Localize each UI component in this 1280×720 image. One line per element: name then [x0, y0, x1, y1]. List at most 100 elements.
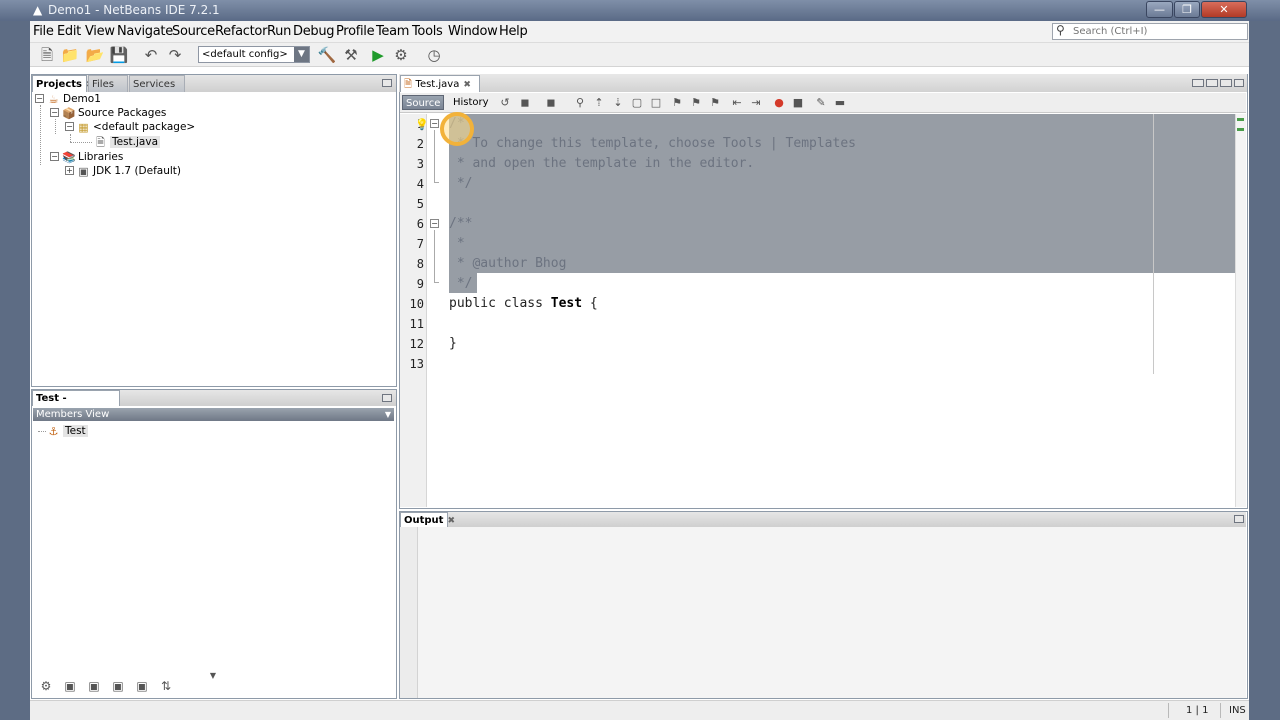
tree-item-libraries[interactable]: − 📚 Libraries: [50, 150, 123, 164]
tab-test-java[interactable]: 🗎 Test.java ✖: [400, 75, 480, 92]
tree-item-default-package[interactable]: − ▦ <default package>: [65, 120, 195, 134]
back-icon[interactable]: ◼: [517, 95, 533, 110]
error-stripe[interactable]: [1235, 114, 1246, 507]
last-edit-icon[interactable]: ↺: [497, 95, 513, 110]
menu-file[interactable]: File: [33, 24, 54, 39]
redo-icon[interactable]: ↷: [165, 45, 185, 65]
restore-window-button[interactable]: [1220, 79, 1232, 87]
menu-refactor[interactable]: Refactor: [215, 24, 267, 39]
save-all-icon[interactable]: 💾: [109, 45, 129, 65]
run-icon[interactable]: ▶: [368, 45, 388, 65]
line-number: 9: [416, 277, 424, 291]
line-number: 11: [409, 317, 424, 331]
chevron-down-icon[interactable]: ▼: [204, 668, 222, 684]
fold-collapse-icon[interactable]: −: [430, 119, 439, 128]
line-number: 12: [409, 337, 424, 351]
filter-nonpublic-icon[interactable]: ▣: [85, 678, 103, 694]
menu-navigate[interactable]: Navigate: [117, 24, 173, 39]
filter-fields-icon[interactable]: ⚙: [37, 678, 55, 694]
collapse-icon[interactable]: −: [50, 152, 59, 161]
menu-window[interactable]: Window: [448, 24, 498, 39]
quick-search-box[interactable]: ⚲: [1052, 23, 1248, 40]
tree-connector: [40, 105, 41, 165]
navigator-item-test[interactable]: ⚓ Test: [47, 424, 88, 438]
menu-edit[interactable]: Edit: [57, 24, 81, 39]
toggle-bookmark-icon[interactable]: ⚑: [707, 95, 723, 110]
filter-inner-icon[interactable]: ▣: [133, 678, 151, 694]
show-opened-documents-button[interactable]: [1206, 79, 1218, 87]
minimize-button[interactable]: —: [1146, 1, 1173, 18]
sort-icon[interactable]: ⇅: [157, 678, 175, 694]
close-icon[interactable]: ✖: [447, 516, 455, 526]
tree-item-demo1[interactable]: − ☕ Demo1: [35, 92, 101, 106]
tree-item-test-java[interactable]: 🗎 Test.java: [94, 135, 161, 149]
minimize-panel-button[interactable]: [382, 394, 392, 402]
comment-icon[interactable]: ✎: [813, 95, 829, 110]
fold-collapse-icon[interactable]: −: [430, 219, 439, 228]
forward-icon[interactable]: ◼: [543, 95, 559, 110]
clean-build-icon[interactable]: ⚒: [341, 45, 361, 65]
status-marker: [1237, 128, 1244, 131]
menu-debug[interactable]: Debug: [293, 24, 335, 39]
find-previous-icon[interactable]: ⇡: [591, 95, 607, 110]
java-file-icon: 🗎: [96, 136, 105, 149]
close-icon[interactable]: ✖: [463, 80, 471, 90]
collapse-icon[interactable]: −: [65, 122, 74, 131]
close-button[interactable]: ✕: [1201, 1, 1247, 18]
tree-item-source-packages[interactable]: − 📦 Source Packages: [50, 106, 166, 120]
filter-static-icon[interactable]: ▣: [61, 678, 79, 694]
insert-mode: INS: [1229, 705, 1246, 716]
shift-left-icon[interactable]: ⇤: [729, 95, 745, 110]
toggle-highlight-icon[interactable]: ▢: [629, 95, 645, 110]
filter-inherited-icon[interactable]: ▣: [109, 678, 127, 694]
collapse-icon[interactable]: −: [50, 108, 59, 117]
menu-view[interactable]: View: [85, 24, 115, 39]
minimize-panel-button[interactable]: [382, 79, 392, 87]
next-bookmark-icon[interactable]: ⚑: [688, 95, 704, 110]
collapse-icon[interactable]: −: [35, 94, 44, 103]
tree-item-jdk[interactable]: + ▣ JDK 1.7 (Default): [65, 164, 181, 178]
start-macro-recording-icon[interactable]: ●: [771, 95, 787, 110]
menu-source[interactable]: Source: [172, 24, 215, 39]
open-project-icon[interactable]: 📂: [85, 45, 105, 65]
toggle-rect-selection-icon[interactable]: □: [648, 95, 664, 110]
output-area[interactable]: [400, 527, 1246, 698]
config-dropdown[interactable]: <default config> ▼: [198, 46, 310, 63]
minimize-panel-button[interactable]: [1234, 79, 1244, 87]
tab-navigator[interactable]: Test - Navigator✖: [32, 390, 120, 420]
new-project-icon[interactable]: 📁: [60, 45, 80, 65]
new-file-icon[interactable]: 🗎: [37, 45, 57, 65]
tab-files[interactable]: Files: [88, 75, 128, 92]
project-icon: ☕: [48, 93, 59, 106]
menu-team[interactable]: Team: [376, 24, 409, 39]
previous-bookmark-icon[interactable]: ⚑: [669, 95, 685, 110]
uncomment-icon[interactable]: ▬: [832, 95, 848, 110]
menu-help[interactable]: Help: [499, 24, 528, 39]
code-line: * @author Bhog: [449, 256, 567, 271]
find-icon[interactable]: ⚲: [572, 95, 588, 110]
minimize-panel-button[interactable]: [1234, 515, 1244, 523]
expand-icon[interactable]: +: [65, 166, 74, 175]
menu-run[interactable]: Run: [267, 24, 291, 39]
menu-profile[interactable]: Profile: [336, 24, 375, 39]
maximize-button[interactable]: ❐: [1174, 1, 1200, 18]
tab-services[interactable]: Services: [129, 75, 185, 92]
find-next-icon[interactable]: ⇣: [610, 95, 626, 110]
debug-icon[interactable]: ⚙: [391, 45, 411, 65]
stop-macro-recording-icon[interactable]: ■: [790, 95, 806, 110]
code-line: * and open the template in the editor.: [449, 156, 755, 171]
members-view-dropdown[interactable]: Members View ▼: [33, 408, 394, 421]
source-folder-icon: 📦: [62, 107, 76, 120]
menu-tools[interactable]: Tools: [412, 24, 443, 39]
tab-output[interactable]: Output ✖: [400, 512, 455, 527]
tab-projects[interactable]: Projects✖: [32, 75, 94, 92]
lightbulb-hint-icon[interactable]: 💡: [415, 118, 429, 131]
shift-right-icon[interactable]: ⇥: [748, 95, 764, 110]
undo-icon[interactable]: ↶: [141, 45, 161, 65]
scroll-tabs-left-button[interactable]: [1192, 79, 1204, 87]
quick-search-input[interactable]: [1073, 25, 1243, 38]
build-hammer-icon[interactable]: 🔨: [317, 45, 337, 65]
history-mode-button[interactable]: History: [450, 95, 492, 110]
profile-icon[interactable]: ◷: [424, 45, 444, 65]
source-mode-button[interactable]: Source: [402, 95, 445, 110]
